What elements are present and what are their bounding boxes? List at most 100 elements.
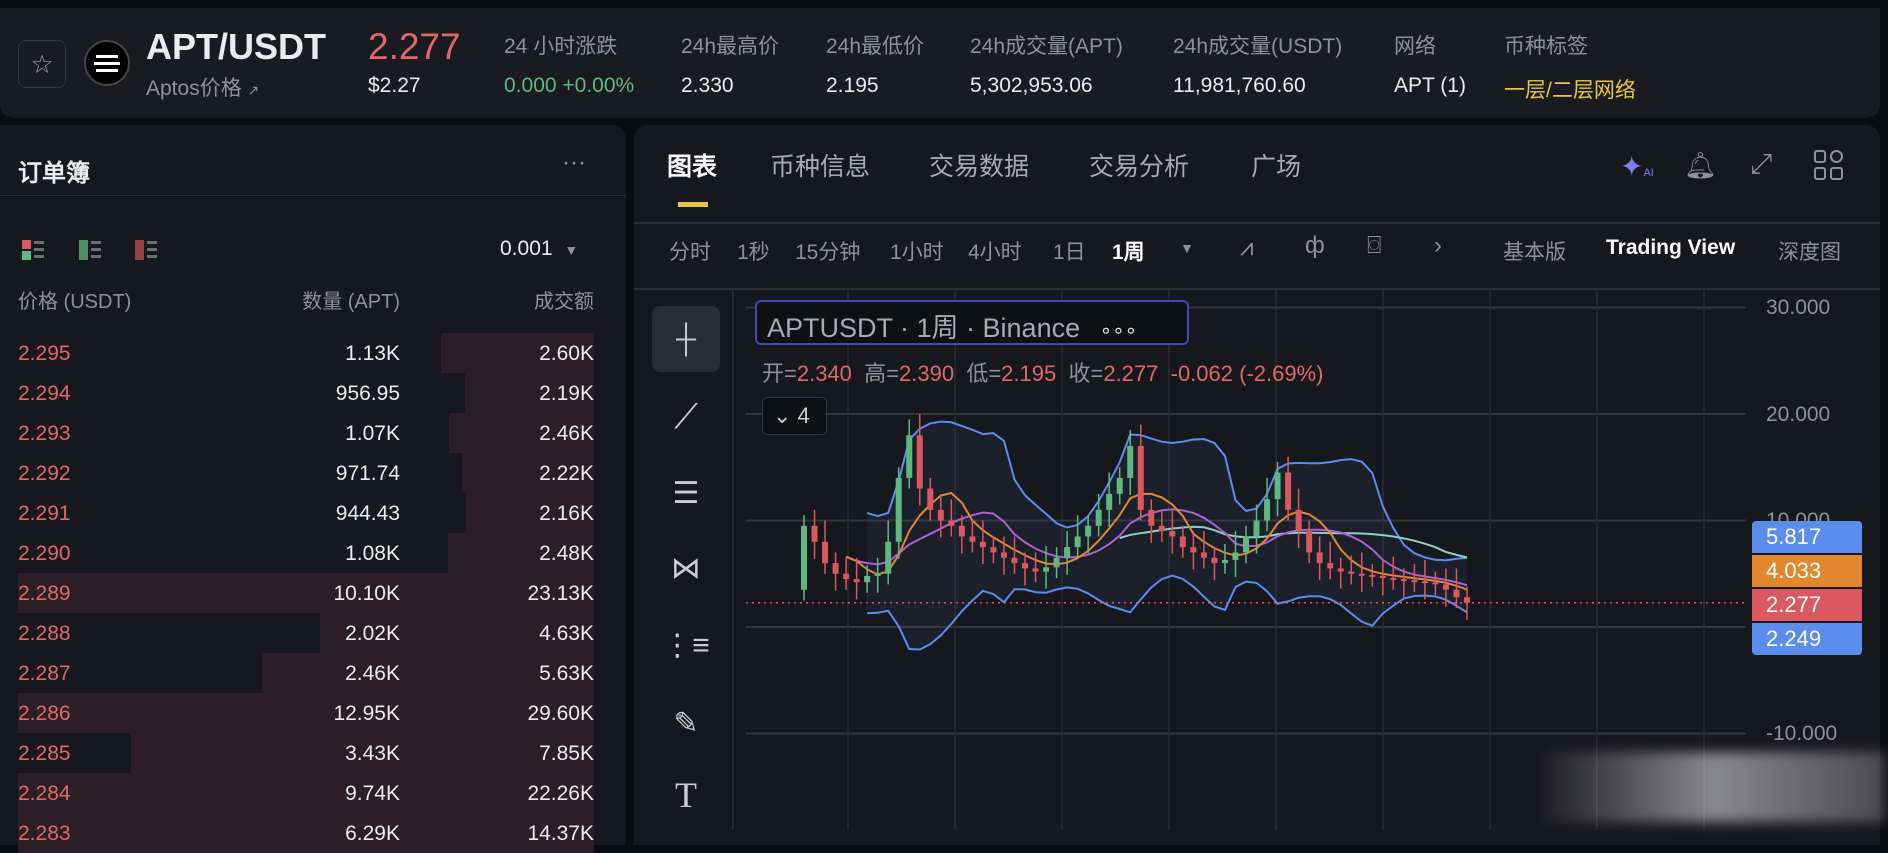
candle bbox=[1316, 552, 1323, 564]
orderbook-row[interactable]: 2.286 12.95K 29.60K bbox=[18, 693, 594, 733]
candle bbox=[979, 541, 986, 548]
ohlc-readout: 开=2.340 高=2.390 低=2.195 收=2.277 -0.062 (… bbox=[762, 356, 1323, 388]
ask-qty: 956.95 bbox=[335, 382, 400, 405]
trend-line-tool[interactable]: ⟋ bbox=[652, 384, 720, 450]
column-price: 价格 (USDT) bbox=[18, 291, 132, 313]
depth-bar bbox=[18, 573, 594, 613]
candle bbox=[1022, 563, 1028, 569]
horizontal-lines-tool[interactable]: ☰ bbox=[652, 460, 720, 526]
divider bbox=[732, 290, 734, 830]
expand-icon[interactable]: ⤢ bbox=[1750, 148, 1772, 181]
chart-mode-0[interactable]: 基本版 bbox=[1503, 236, 1566, 266]
orderbook-row[interactable]: 2.295 1.13K 2.60K bbox=[18, 333, 594, 373]
chevron-down-icon: ▼ bbox=[564, 242, 579, 258]
orderbook-row[interactable]: 2.284 9.74K 22.26K bbox=[18, 773, 594, 813]
ask-qty: 9.74K bbox=[345, 782, 400, 805]
ai-assistant-icon[interactable]: ✦AI bbox=[1620, 150, 1654, 183]
tab-2[interactable]: 交易数据 bbox=[929, 147, 1029, 183]
ask-price: 2.284 bbox=[18, 782, 71, 805]
y-tick: -10.000 bbox=[1766, 722, 1838, 745]
price-usd: $2.27 bbox=[368, 74, 421, 97]
view-bids-icon[interactable] bbox=[79, 240, 101, 260]
high-label: 高= bbox=[864, 361, 900, 386]
indicators-icon[interactable]: ⩘ bbox=[1240, 234, 1254, 262]
interval-dropdown-icon[interactable]: ▼ bbox=[1180, 240, 1194, 256]
ask-total: 2.60K bbox=[539, 342, 594, 365]
view-both-icon[interactable] bbox=[22, 240, 44, 260]
interval-3[interactable]: 1小时 bbox=[890, 236, 944, 266]
column-total: 成交额 bbox=[534, 291, 594, 313]
candle bbox=[1243, 536, 1249, 553]
brush-tool[interactable]: ✎ bbox=[652, 690, 720, 756]
chart-legend[interactable]: APTUSDT · 1周 · Binance ∘∘∘ bbox=[755, 300, 1189, 345]
orderbook-row[interactable]: 2.285 3.43K 7.85K bbox=[18, 733, 594, 773]
view-asks-icon[interactable] bbox=[135, 240, 157, 260]
orderbook-row[interactable]: 2.292 971.74 2.22K bbox=[18, 453, 594, 493]
candle bbox=[874, 573, 881, 576]
candle bbox=[1085, 525, 1092, 537]
tab-1[interactable]: 币种信息 bbox=[770, 147, 870, 183]
text-tool[interactable]: T bbox=[652, 762, 720, 828]
stat-value[interactable]: APT (1) bbox=[1394, 74, 1466, 98]
depth-bar bbox=[18, 813, 594, 853]
crosshair-tool[interactable]: ┼ bbox=[652, 306, 720, 372]
orderbook-row[interactable]: 2.290 1.08K 2.48K bbox=[18, 533, 594, 573]
fib-tool[interactable]: ⋮≡ bbox=[652, 612, 720, 678]
high-value: 2.390 bbox=[899, 361, 955, 386]
orderbook-row[interactable]: 2.291 944.43 2.16K bbox=[18, 493, 594, 533]
indicators-toggle[interactable]: ⌄ 4 bbox=[762, 397, 827, 435]
interval-6[interactable]: 1周 bbox=[1112, 236, 1145, 266]
candle bbox=[1348, 571, 1355, 574]
depth-bar bbox=[18, 693, 594, 733]
candle bbox=[1369, 574, 1376, 577]
precision-dropdown[interactable]: 0.001 ▼ bbox=[500, 237, 578, 261]
candle bbox=[1137, 445, 1144, 510]
candle bbox=[927, 488, 934, 510]
bell-icon[interactable]: 🔔︎ bbox=[1684, 150, 1717, 181]
orderbook-row[interactable]: 2.283 6.29K 14.37K bbox=[18, 813, 594, 853]
favorite-button[interactable]: ☆ bbox=[18, 40, 66, 88]
tab-0[interactable]: 图表 bbox=[667, 147, 717, 183]
asset-price-link[interactable]: Aptos价格 ↗ bbox=[146, 72, 259, 102]
candle bbox=[1221, 559, 1228, 564]
more-options-button[interactable]: ··· bbox=[562, 149, 586, 177]
candle bbox=[969, 536, 976, 542]
legend-more-icon[interactable]: ∘∘∘ bbox=[1100, 320, 1138, 342]
interval-1[interactable]: 1秒 bbox=[737, 236, 770, 266]
orderbook-row[interactable]: 2.288 2.02K 4.63K bbox=[18, 613, 594, 653]
chart-mode-2[interactable]: 深度图 bbox=[1778, 236, 1841, 266]
candle bbox=[916, 435, 923, 489]
ask-total: 29.60K bbox=[527, 702, 594, 725]
camera-icon[interactable]: ⌼ bbox=[1367, 232, 1381, 260]
orderbook-panel: 订单簿 ··· 0.001 ▼ 价格 (USDT) 数量 (APT) 成交额 2… bbox=[0, 125, 626, 853]
stat-label: 网络 bbox=[1394, 35, 1436, 58]
pattern-tool[interactable]: ⋈ bbox=[652, 535, 720, 601]
ask-price: 2.292 bbox=[18, 462, 71, 485]
candle bbox=[1379, 575, 1386, 579]
chevron-right-icon[interactable]: › bbox=[1434, 232, 1442, 260]
layout-grid-icon[interactable] bbox=[1814, 150, 1844, 180]
open-value: 2.340 bbox=[796, 361, 852, 386]
orderbook-row[interactable]: 2.287 2.46K 5.63K bbox=[18, 653, 594, 693]
legend-title: APTUSDT · 1周 · Binance bbox=[767, 313, 1081, 343]
candle bbox=[1179, 536, 1186, 548]
chart-mode-1[interactable]: Trading View bbox=[1606, 236, 1735, 260]
candle bbox=[958, 525, 965, 537]
candle bbox=[1432, 582, 1439, 585]
interval-5[interactable]: 1日 bbox=[1053, 236, 1086, 266]
stat-value: 一层/二层网络 bbox=[1504, 79, 1636, 102]
ask-price: 2.286 bbox=[18, 702, 71, 725]
close-value: 2.277 bbox=[1103, 361, 1159, 386]
tab-4[interactable]: 广场 bbox=[1251, 147, 1301, 183]
interval-4[interactable]: 4小时 bbox=[968, 236, 1022, 266]
orderbook-row[interactable]: 2.289 10.10K 23.13K bbox=[18, 573, 594, 613]
orderbook-row[interactable]: 2.294 956.95 2.19K bbox=[18, 373, 594, 413]
tab-3[interactable]: 交易分析 bbox=[1089, 147, 1189, 183]
candle-type-icon[interactable]: ф bbox=[1305, 232, 1325, 260]
orderbook-row[interactable]: 2.293 1.07K 2.46K bbox=[18, 413, 594, 453]
interval-0[interactable]: 分时 bbox=[669, 236, 711, 266]
interval-2[interactable]: 15分钟 bbox=[795, 236, 860, 266]
candle bbox=[1169, 531, 1176, 537]
candle bbox=[937, 509, 944, 521]
price-badge: 4.033 bbox=[1752, 555, 1862, 587]
